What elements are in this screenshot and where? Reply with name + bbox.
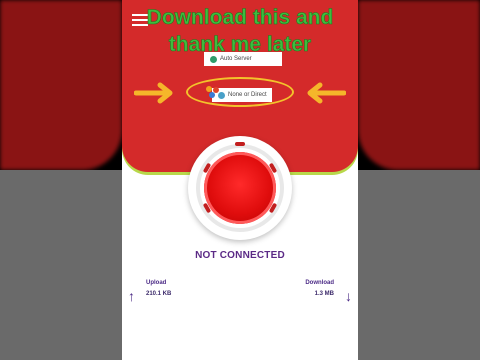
download-value: 1.3 MB [314, 291, 334, 297]
server-option-direct[interactable]: None or Direct [212, 88, 272, 102]
arrow-pointer-icon [307, 82, 346, 104]
server-label: None or Direct [228, 92, 267, 98]
upload-value: 210.1 KB [146, 291, 172, 297]
overlay-caption: Download this and thank me later [146, 6, 334, 57]
download-label: Download [305, 280, 334, 286]
download-stat: Download 1.3 MB [305, 280, 350, 297]
connect-button-frame [188, 136, 292, 240]
blurred-background-right [358, 0, 480, 360]
upload-stat: Upload 210.1 KB [130, 280, 171, 297]
blurred-background-left [0, 0, 122, 360]
vpn-app-screen: Auto Server None or Direct Download this… [122, 0, 358, 360]
arrow-pointer-icon [134, 82, 173, 104]
connect-button[interactable] [204, 152, 276, 224]
flags-icon [206, 86, 220, 98]
upload-label: Upload [146, 280, 167, 286]
connection-status: NOT CONNECTED [195, 250, 285, 261]
